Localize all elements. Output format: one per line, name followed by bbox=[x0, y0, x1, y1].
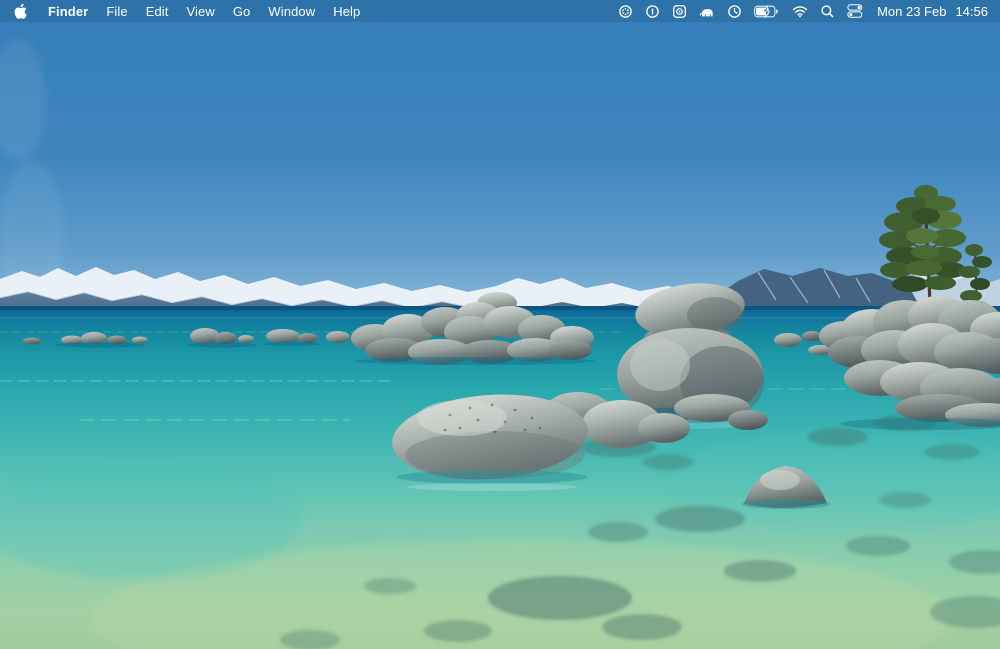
status-item-battery[interactable] bbox=[748, 0, 786, 22]
menu-bar: Finder File Edit View Go Window Help bbox=[0, 0, 1000, 22]
status-item-pause[interactable] bbox=[639, 0, 666, 22]
menu-view[interactable]: View bbox=[178, 0, 224, 22]
menu-bar-status: Mon 23 Feb 14:56 bbox=[612, 0, 988, 22]
desktop[interactable] bbox=[0, 0, 1000, 649]
status-item-dial[interactable] bbox=[612, 0, 639, 22]
date-label: Mon 23 Feb bbox=[877, 4, 946, 19]
status-item-shutter[interactable] bbox=[666, 0, 693, 22]
wifi-icon bbox=[792, 5, 808, 18]
menu-go[interactable]: Go bbox=[224, 0, 260, 22]
apple-menu-button[interactable] bbox=[12, 0, 39, 22]
control-center-icon bbox=[847, 4, 863, 18]
spotlight-search-icon bbox=[820, 4, 835, 19]
menu-finder[interactable]: Finder bbox=[39, 0, 97, 22]
menu-edit[interactable]: Edit bbox=[137, 0, 178, 22]
status-item-clock[interactable] bbox=[721, 0, 748, 22]
status-item-wifi[interactable] bbox=[786, 0, 814, 22]
dial-icon bbox=[618, 4, 633, 19]
menu-help[interactable]: Help bbox=[324, 0, 369, 22]
menu-bar-clock[interactable]: Mon 23 Feb 14:56 bbox=[869, 4, 988, 19]
menu-window[interactable]: Window bbox=[259, 0, 324, 22]
time-label: 14:56 bbox=[955, 4, 988, 19]
battery-charging-icon bbox=[754, 5, 780, 18]
elephant-icon bbox=[699, 4, 715, 19]
menu-file[interactable]: File bbox=[97, 0, 136, 22]
status-item-control-center[interactable] bbox=[841, 0, 869, 22]
status-item-spotlight[interactable] bbox=[814, 0, 841, 22]
clock-icon bbox=[727, 4, 742, 19]
status-item-elephant[interactable] bbox=[693, 0, 721, 22]
menu-bar-menus: Finder File Edit View Go Window Help bbox=[12, 0, 369, 22]
shutter-icon bbox=[672, 4, 687, 19]
pause-circle-icon bbox=[645, 4, 660, 19]
wallpaper-image bbox=[0, 0, 1000, 649]
apple-logo-icon bbox=[14, 3, 29, 20]
